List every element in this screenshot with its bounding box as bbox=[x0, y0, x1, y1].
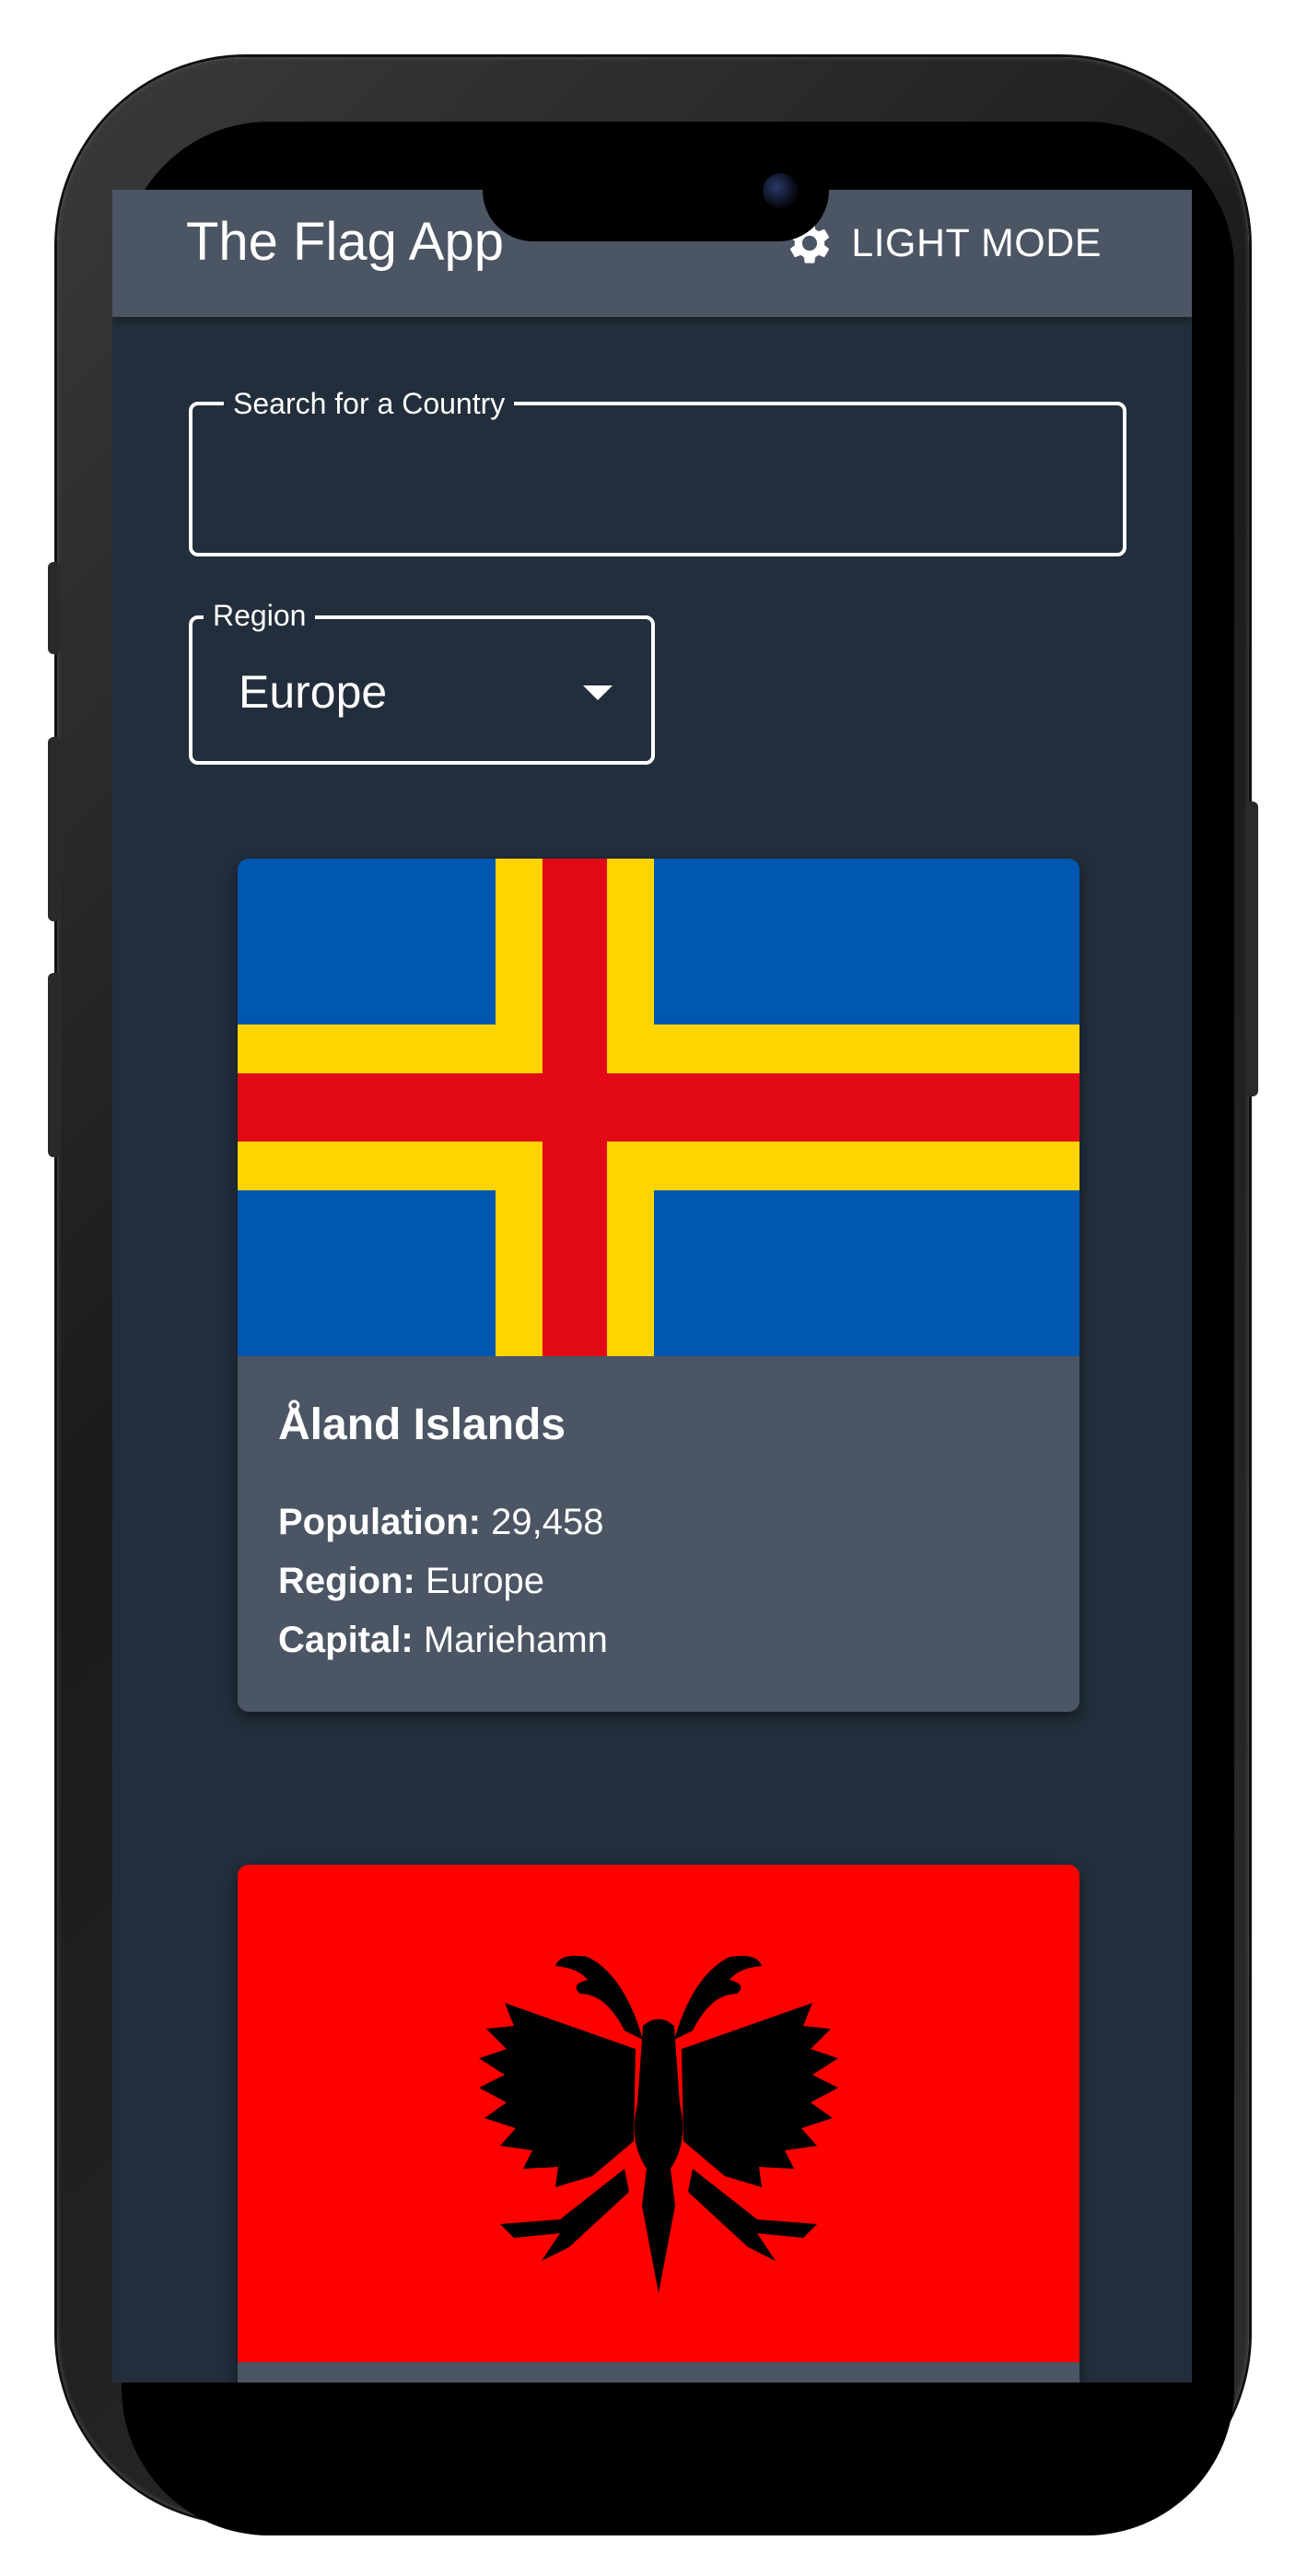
camera-lens-icon bbox=[763, 173, 798, 208]
capital-row: Capital: Mariehamn bbox=[278, 1610, 1039, 1669]
population-row: Population: 29,458 bbox=[278, 1493, 1039, 1551]
region-row: Region: Europe bbox=[278, 1551, 1039, 1610]
country-card-aland-islands[interactable]: Åland Islands Population: 29,458 Region:… bbox=[238, 859, 1079, 1712]
mute-switch bbox=[48, 562, 61, 654]
country-name: Åland Islands bbox=[278, 1400, 566, 1449]
region-row-value: Europe bbox=[426, 1561, 544, 1601]
app-screen: The Flag App LIGHT MODE Search for a Cou… bbox=[112, 190, 1192, 2383]
albania-flag bbox=[238, 1865, 1079, 2362]
country-card-albania[interactable] bbox=[238, 1865, 1079, 2383]
population-value: 29,458 bbox=[491, 1502, 604, 1542]
region-label: Region bbox=[204, 597, 316, 634]
dynamic-island bbox=[483, 140, 829, 241]
power-button bbox=[1245, 802, 1258, 1096]
population-label: Population: bbox=[278, 1502, 481, 1542]
search-label: Search for a Country bbox=[224, 385, 515, 422]
caret-down-icon bbox=[583, 685, 613, 700]
app-title: The Flag App bbox=[186, 212, 504, 272]
region-select[interactable]: Region Europe bbox=[189, 597, 655, 765]
aland-islands-flag bbox=[238, 859, 1079, 1356]
volume-up-button bbox=[48, 737, 61, 921]
light-mode-label: LIGHT MODE bbox=[851, 220, 1102, 265]
card-body: Åland Islands Population: 29,458 Region:… bbox=[238, 1356, 1079, 1669]
search-field[interactable]: Search for a Country bbox=[189, 385, 1126, 556]
search-input[interactable] bbox=[220, 451, 1099, 518]
volume-down-button bbox=[48, 973, 61, 1157]
region-selected-value: Europe bbox=[239, 666, 388, 718]
capital-value: Mariehamn bbox=[423, 1620, 608, 1660]
light-mode-toggle[interactable]: LIGHT MODE bbox=[785, 216, 1102, 271]
region-row-label: Region: bbox=[278, 1561, 415, 1601]
capital-label: Capital: bbox=[278, 1620, 414, 1660]
